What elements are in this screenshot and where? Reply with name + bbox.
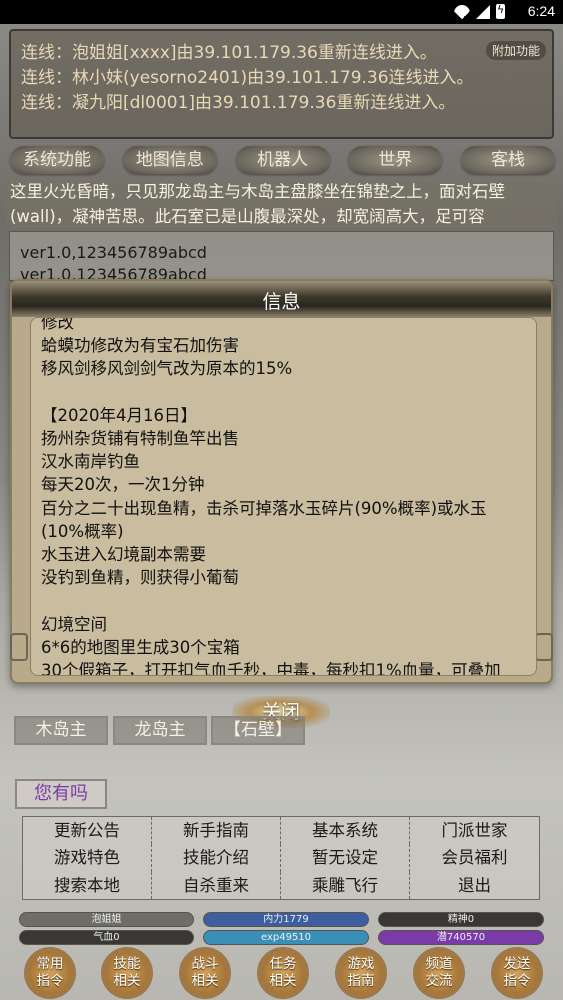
dialog-line: 幻境空间 (41, 614, 107, 634)
dialog-line: 扬州杂货铺有特制鱼竿出售 (41, 429, 239, 448)
dialog-line: 【2020年4月16日】 (41, 405, 197, 425)
menu-skill-intro[interactable]: 技能介绍 (152, 844, 281, 872)
cmd-label: 任务 (269, 956, 297, 972)
dialog-line: 百分之二十出现鱼精，击杀可掉落水玉碎片(90%概率)或水玉 (41, 498, 487, 518)
menu-search-local[interactable]: 搜索本地 (23, 871, 152, 899)
cmd-label: 相关 (191, 973, 219, 989)
dialog-line: 汉水南岸钓鱼 (41, 452, 140, 472)
tab-map-info[interactable]: 地图信息 (122, 146, 217, 174)
battery-icon (496, 3, 505, 19)
dialog-line: 修改 (41, 317, 74, 332)
cmd-label: 技能 (113, 956, 141, 972)
cmd-label: 指南 (347, 973, 375, 989)
bottom-command-bar: 常用 指令 技能 相关 战斗 相关 任务 相关 游戏 指南 频道 交流 发送 指… (0, 946, 563, 1000)
you-have-button[interactable]: 您有吗 (15, 779, 107, 809)
menu-update-notice[interactable]: 更新公告 (23, 817, 152, 845)
npc-button-long[interactable]: 龙岛主 (113, 716, 207, 745)
tab-inn[interactable]: 客栈 (461, 146, 555, 174)
cmd-send[interactable]: 发送 指令 (491, 947, 543, 999)
wifi-icon (454, 4, 470, 19)
dialog-title: 信息 (262, 291, 301, 313)
cmd-label: 常用 (36, 956, 64, 972)
npc-button-mu[interactable]: 木岛主 (14, 716, 108, 745)
menu-grid: 更新公告 新手指南 基本系统 门派世家 游戏特色 技能介绍 暂无设定 会员福利 … (22, 816, 540, 900)
chat-line: 连线：泡姐姐[xxxx]由39.101.179.36重新连线进入。 (21, 43, 437, 63)
cmd-label: 战斗 (191, 956, 219, 972)
cmd-label: 频道 (425, 956, 453, 972)
qixue-bar: 气血0 (19, 930, 194, 945)
chat-line: 连线：凝九阳[dl0001]由39.101.179.36重新连线进入。 (21, 93, 456, 113)
neili-bar: 内力1779 (203, 912, 369, 927)
dialog-line: 没钓到鱼精，则获得小葡萄 (41, 568, 239, 588)
dialog-line: 移风剑移风剑剑气改为原本的15% (41, 359, 293, 379)
version-line: ver1.0,123456789abcd (20, 243, 207, 262)
extra-functions-button[interactable]: 附加功能 (485, 41, 546, 60)
room-description: 这里火光昏暗，只见那龙岛主与木岛主盘膝坐在锦垫之上，面对石壁(wall)，凝神苦… (6, 179, 557, 229)
menu-no-setting[interactable]: 暂无设定 (281, 844, 410, 872)
dialog-line (41, 381, 526, 404)
dialog-content[interactable]: 修改 蛤蟆功修改为有宝石加伤害 移风剑移风剑剑气改为原本的15% 【2020年4… (30, 317, 537, 676)
cmd-channel[interactable]: 频道 交流 (413, 947, 465, 999)
ornament-right (535, 633, 553, 661)
clock: 6:24 (527, 3, 555, 19)
menu-eagle-flight[interactable]: 乘雕飞行 (281, 871, 410, 899)
cmd-skills[interactable]: 技能 相关 (101, 947, 153, 999)
dialog-line: 水玉进入幻境副本需要 (41, 545, 206, 565)
dialog-line (41, 589, 526, 612)
signal-icon (476, 4, 490, 19)
chat-line: 连线：林小妹(yesorno2401)由39.101.179.36连线进入。 (21, 68, 474, 88)
menu-sect-family[interactable]: 门派世家 (410, 817, 539, 844)
cmd-combat[interactable]: 战斗 相关 (179, 947, 231, 999)
name-bar: 泡姐姐 (19, 912, 194, 927)
menu-basic-system[interactable]: 基本系统 (281, 817, 410, 845)
cmd-label: 相关 (269, 973, 297, 989)
jingshen-bar: 精神0 (378, 912, 544, 927)
cmd-label: 交流 (425, 973, 453, 989)
menu-suicide-restart[interactable]: 自杀重来 (152, 871, 281, 899)
dialog-line: 每天20次，一次1分钟 (41, 475, 205, 495)
menu-game-features[interactable]: 游戏特色 (23, 844, 152, 872)
tab-robot[interactable]: 机器人 (235, 146, 330, 174)
cmd-guide[interactable]: 游戏 指南 (335, 947, 387, 999)
qian-bar: 潜740570 (378, 930, 544, 945)
cmd-quests[interactable]: 任务 相关 (257, 947, 309, 999)
dialog-line: 6*6的地图里生成30个宝箱 (41, 637, 240, 657)
dialog-line: (10%概率) (41, 521, 124, 541)
chat-log[interactable]: 连线：泡姐姐[xxxx]由39.101.179.36重新连线进入。 连线：林小妹… (9, 29, 554, 139)
cmd-label: 发送 (503, 956, 531, 972)
status-bar: 6:24 (0, 0, 563, 24)
status-icons (454, 3, 505, 19)
cmd-label: 指令 (503, 973, 531, 989)
menu-newbie-guide[interactable]: 新手指南 (152, 817, 281, 845)
cmd-label: 相关 (113, 973, 141, 989)
cmd-common[interactable]: 常用 指令 (24, 947, 76, 999)
dialog-line: 30个假箱子，打开扣气血千秒，中毒，每秒扣1%血量，可叠加 (41, 661, 501, 676)
object-button-wall[interactable]: 【石壁】 (211, 716, 305, 745)
message-area: ver1.0,123456789abcd ver1.0,123456789abc… (9, 231, 554, 281)
ornament-left (10, 633, 28, 661)
menu-exit[interactable]: 退出 (410, 872, 539, 899)
info-dialog: 信息 修改 蛤蟆功修改为有宝石加伤害 移风剑移风剑剑气改为原本的15% 【202… (10, 279, 553, 684)
dialog-line: 蛤蟆功修改为有宝石加伤害 (41, 336, 239, 356)
cmd-label: 指令 (36, 973, 64, 989)
function-tabs: 系统功能 地图信息 机器人 世界 客栈 (10, 146, 555, 174)
exp-bar: exp49510 (203, 930, 369, 945)
tab-world[interactable]: 世界 (348, 146, 443, 174)
tab-system[interactable]: 系统功能 (10, 146, 104, 174)
cmd-label: 游戏 (347, 956, 375, 972)
menu-member-benefits[interactable]: 会员福利 (410, 844, 539, 871)
